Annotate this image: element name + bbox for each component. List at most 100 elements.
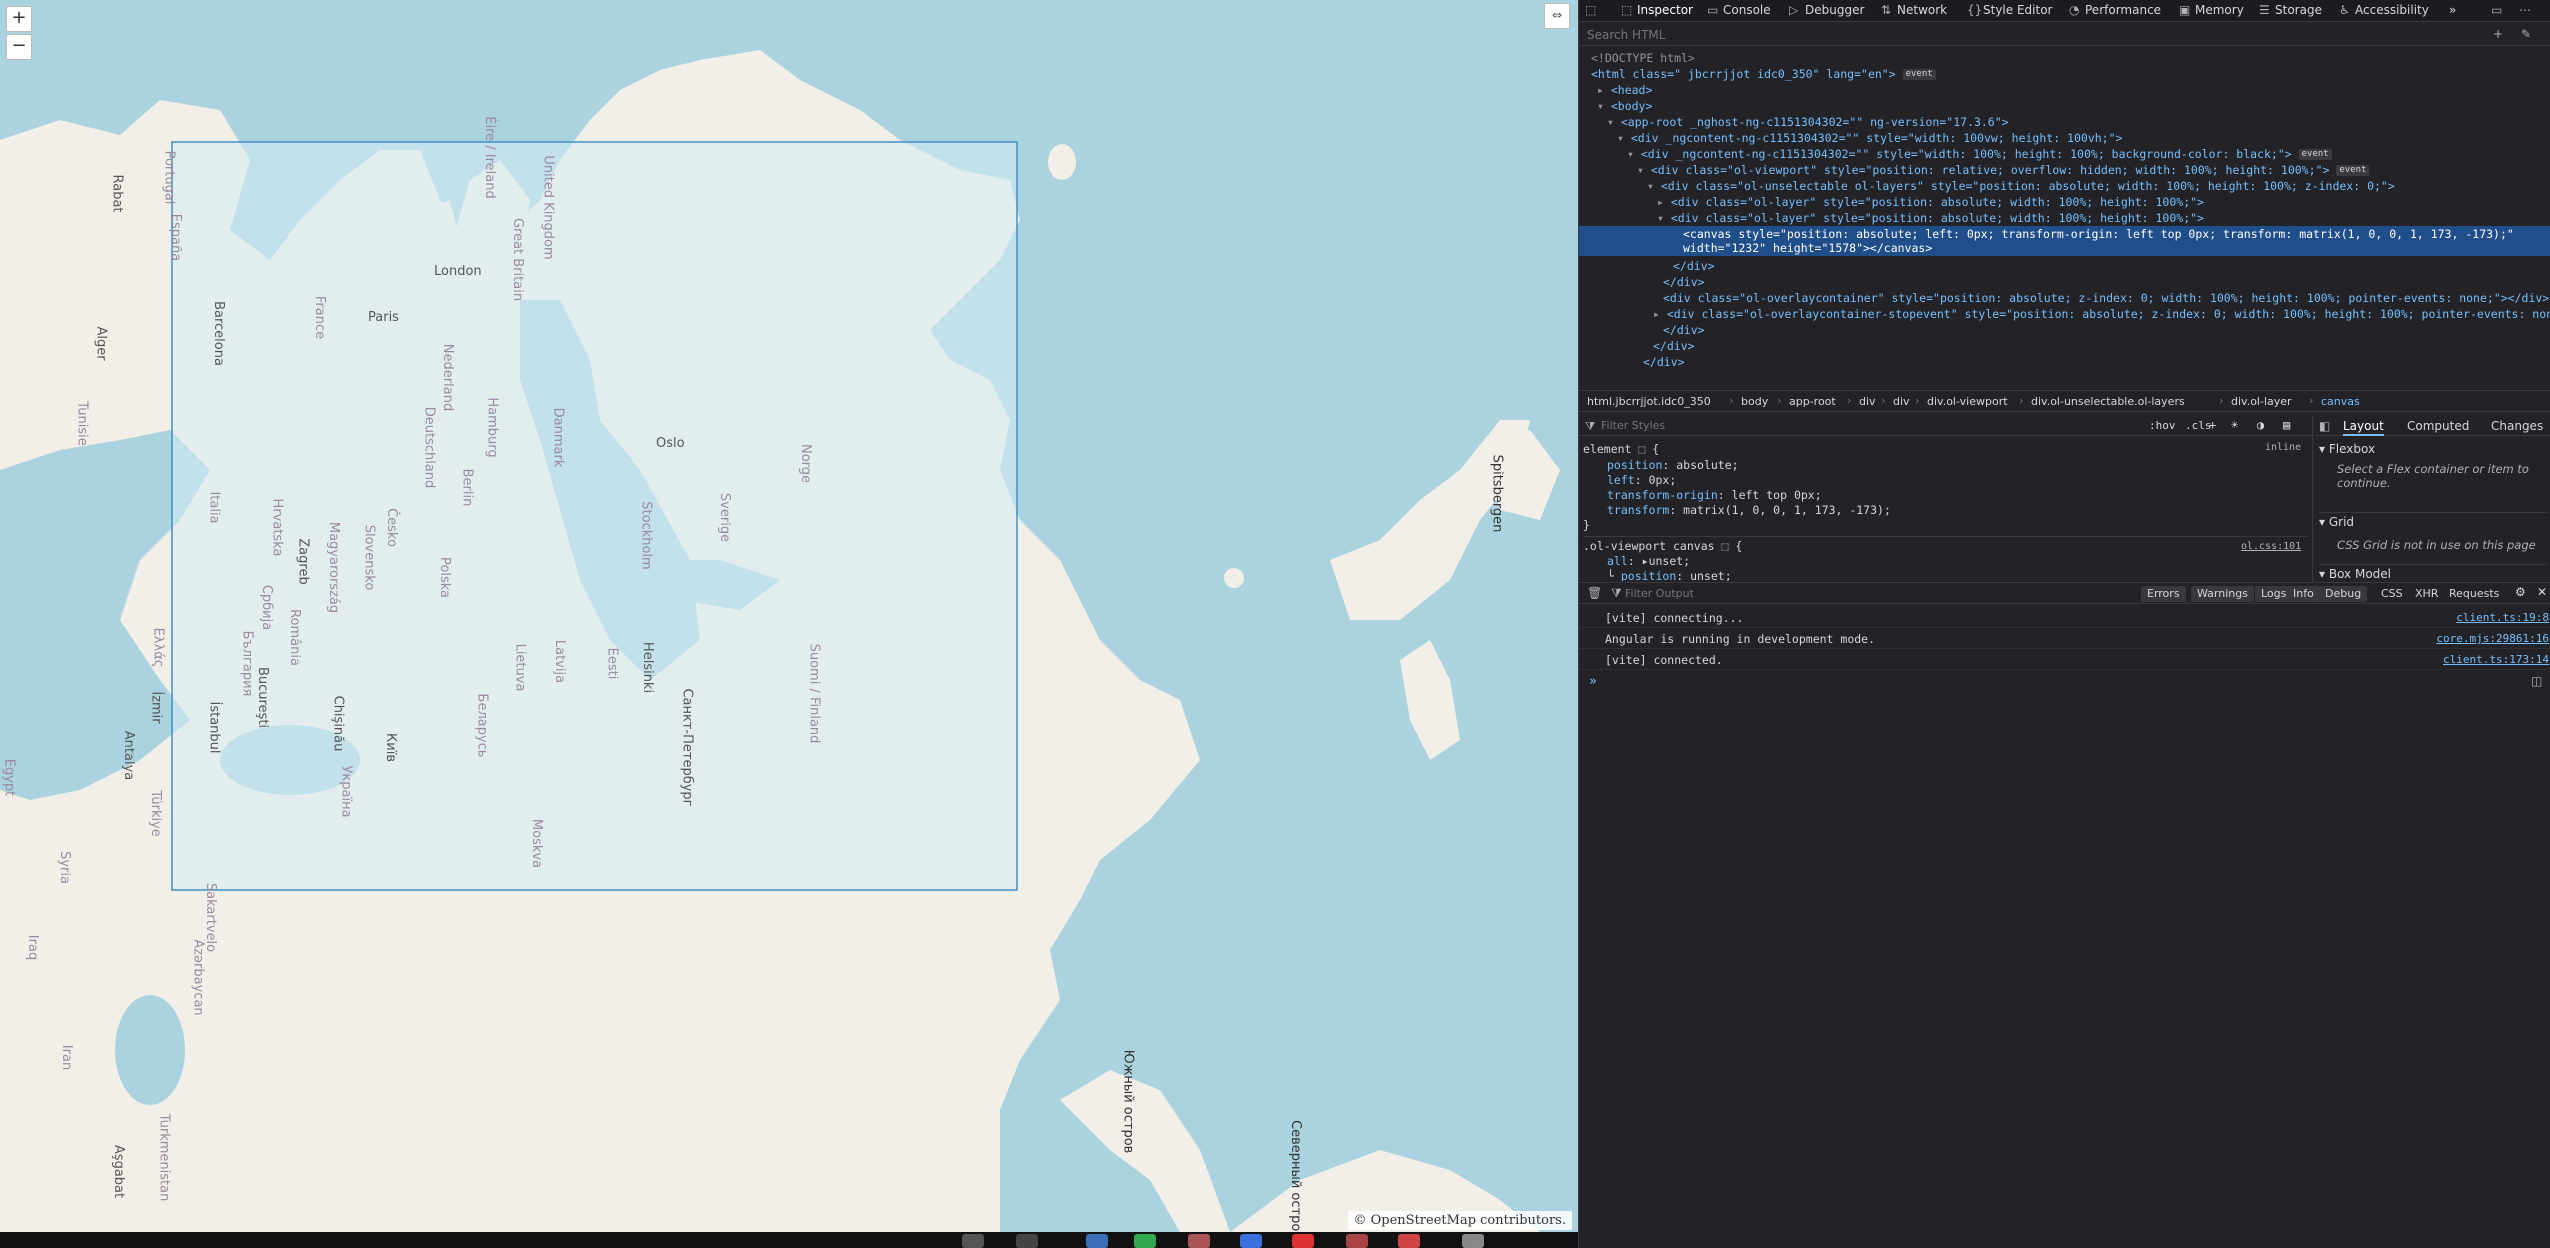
options-icon[interactable]: ⋯ [2519,3,2531,17]
map-viewport[interactable]: + − ⇔ Oslo Stockholm London Paris Berlin… [0,0,1578,1232]
filter-output-input[interactable] [1625,586,2045,601]
trash-icon[interactable]: 🗑 [1587,586,1602,600]
console-prompt[interactable]: » [1589,674,1597,689]
breadcrumb-item[interactable]: html.jbcrrjjot.idc0_350 [1587,395,1711,408]
add-node-icon[interactable]: + [2493,27,2503,41]
tab-layout[interactable]: Layout [2343,419,2384,436]
rule-source-link[interactable]: ol.css:101 [2241,538,2301,552]
app-icon[interactable] [1188,1234,1210,1248]
tree-row[interactable]: </div> [1579,274,2550,290]
add-rule-button[interactable]: + [2209,418,2216,432]
filter-errors-button[interactable]: Errors [2141,586,2186,602]
more-tabs-button[interactable]: » [2449,3,2456,17]
dark-mode-icon[interactable]: ◑ [2257,418,2264,432]
tree-row[interactable]: ▾ <div _ngcontent-ng-c1151304302="" styl… [1579,146,2550,162]
console-source-link[interactable]: core.mjs:29861:16 [2436,632,2549,645]
settings-gear-icon[interactable]: ⚙ [2515,585,2526,599]
print-media-icon[interactable]: ▤ [2283,418,2290,432]
filter-info-button[interactable]: Info [2287,586,2320,602]
hov-button[interactable]: :hov [2149,419,2176,432]
css-declaration[interactable]: └ position: unset; [1607,569,1732,581]
breadcrumb-item[interactable]: div [1893,395,1910,408]
css-declaration[interactable]: left: 0px; [1607,473,1676,487]
tree-row[interactable]: </div> [1579,258,2550,274]
tree-row[interactable]: <html class=" jbcrrjjot idc0_350" lang="… [1579,66,2550,82]
filter-styles-input[interactable] [1601,418,2101,433]
tree-row[interactable]: ▾ <div class="ol-viewport" style="positi… [1579,162,2550,178]
app-icon[interactable] [1016,1234,1038,1248]
tree-row[interactable]: </div> [1579,338,2550,354]
tree-row[interactable]: </div> [1579,322,2550,338]
tree-row[interactable]: ▾ <app-root _nghost-ng-c1151304302="" ng… [1579,114,2550,130]
breadcrumb-item[interactable]: div [1859,395,1876,408]
breadcrumb-item[interactable]: div.ol-unselectable.ol-layers [2031,395,2185,408]
light-mode-icon[interactable]: ☀ [2231,418,2238,432]
console-source-link[interactable]: client.ts:19:8 [2456,611,2549,624]
flexbox-section-header[interactable]: ▾ Flexbox [2319,442,2375,456]
grid-section-header[interactable]: ▾ Grid [2319,512,2547,529]
tab-network[interactable]: ⇅ Network [1881,3,1947,17]
rule-selector[interactable]: element ⬚ { [1583,442,1659,456]
app-icon[interactable] [962,1234,984,1248]
tab-memory[interactable]: ▣ Memory [2179,3,2244,17]
app-icon[interactable] [1292,1234,1314,1248]
breadcrumb-item[interactable]: body [1741,395,1768,408]
tree-row[interactable]: ▾ <div class="ol-layer" style="position:… [1579,210,2550,226]
pick-element-icon[interactable]: ⬚ [1585,3,1596,17]
tab-style-editor[interactable]: {}Style Editor [1967,3,2052,17]
tree-row[interactable]: ▸ <div class="ol-layer" style="position:… [1579,194,2550,210]
console-source-link[interactable]: client.ts:173:14 [2443,653,2549,666]
app-icon[interactable] [1346,1234,1368,1248]
tree-row-selected[interactable]: <canvas style="position: absolute; left:… [1579,226,2550,256]
sidebar-toggle-icon[interactable]: ◧ [2319,419,2330,433]
zoom-in-button[interactable]: + [6,6,32,32]
tree-row[interactable]: ▸ <head> [1579,82,2550,98]
breadcrumb-item[interactable]: div.ol-layer [2231,395,2292,408]
tab-console[interactable]: ▭ Console [1707,3,1771,17]
breadcrumb-item[interactable]: div.ol-viewport [1927,395,2008,408]
css-declaration[interactable]: position: absolute; [1607,458,1739,472]
tree-row[interactable]: </div> [1579,354,2550,370]
html-search-input[interactable] [1587,27,2467,43]
tab-inspector[interactable]: ⬚ Inspector [1621,3,1693,17]
map-attribution[interactable]: © OpenStreetMap contributors. [1347,1211,1572,1230]
event-badge[interactable]: event [1902,69,1936,80]
event-badge[interactable]: event [2298,149,2332,160]
tab-computed[interactable]: Computed [2407,419,2469,433]
tree-row[interactable]: ▸ <div class="ol-overlaycontainer-stopev… [1579,306,2550,322]
dock-icon[interactable]: ▭ [2491,3,2502,17]
app-icon[interactable] [1462,1234,1484,1248]
close-icon[interactable]: ✕ [2537,585,2547,599]
split-console-icon[interactable]: ◫ [2531,674,2542,688]
tree-row[interactable]: <div class="ol-overlaycontainer" style="… [1579,290,2550,306]
tree-row[interactable]: ▾ <div _ngcontent-ng-c1151304302="" styl… [1579,130,2550,146]
tree-row[interactable]: ▾ <div class="ol-unselectable ol-layers"… [1579,178,2550,194]
css-declaration[interactable]: transform-origin: left top 0px; [1607,488,1822,502]
tab-changes[interactable]: Changes [2491,419,2543,433]
event-badge[interactable]: event [2336,165,2370,176]
app-icon[interactable] [1086,1234,1108,1248]
fullscreen-button[interactable]: ⇔ [1544,3,1570,29]
filter-css-button[interactable]: CSS [2381,587,2403,600]
tree-row[interactable]: ▾ <body> [1579,98,2550,114]
tree-row[interactable]: <!DOCTYPE html> [1579,50,2550,66]
app-icon[interactable] [1240,1234,1262,1248]
app-icon[interactable] [1398,1234,1420,1248]
css-declaration[interactable]: transform: matrix(1, 0, 0, 1, 173, -173)… [1607,503,1891,517]
tab-storage[interactable]: ☰ Storage [2259,3,2322,17]
filter-warnings-button[interactable]: Warnings [2191,586,2254,602]
cls-button[interactable]: .cls [2185,419,2212,432]
css-declaration[interactable]: all: ▸unset; [1607,554,1690,568]
rule-selector[interactable]: .ol-viewport canvas ⬚ { [1583,536,2309,553]
breadcrumb-item[interactable]: app-root [1789,395,1836,408]
filter-xhr-button[interactable]: XHR [2415,587,2438,600]
breadcrumb-item-active[interactable]: canvas [2321,395,2360,408]
zoom-out-button[interactable]: − [6,34,32,60]
filter-requests-button[interactable]: Requests [2449,587,2499,600]
tab-performance[interactable]: ◔ Performance [2069,3,2161,17]
eyedropper-icon[interactable]: ✎ [2521,27,2531,41]
box-model-section-header[interactable]: ▾ Box Model [2319,564,2547,580]
tab-debugger[interactable]: ▷ Debugger [1789,3,1864,17]
app-icon[interactable] [1134,1234,1156,1248]
tab-accessibility[interactable]: ♿ Accessibility [2339,3,2429,17]
